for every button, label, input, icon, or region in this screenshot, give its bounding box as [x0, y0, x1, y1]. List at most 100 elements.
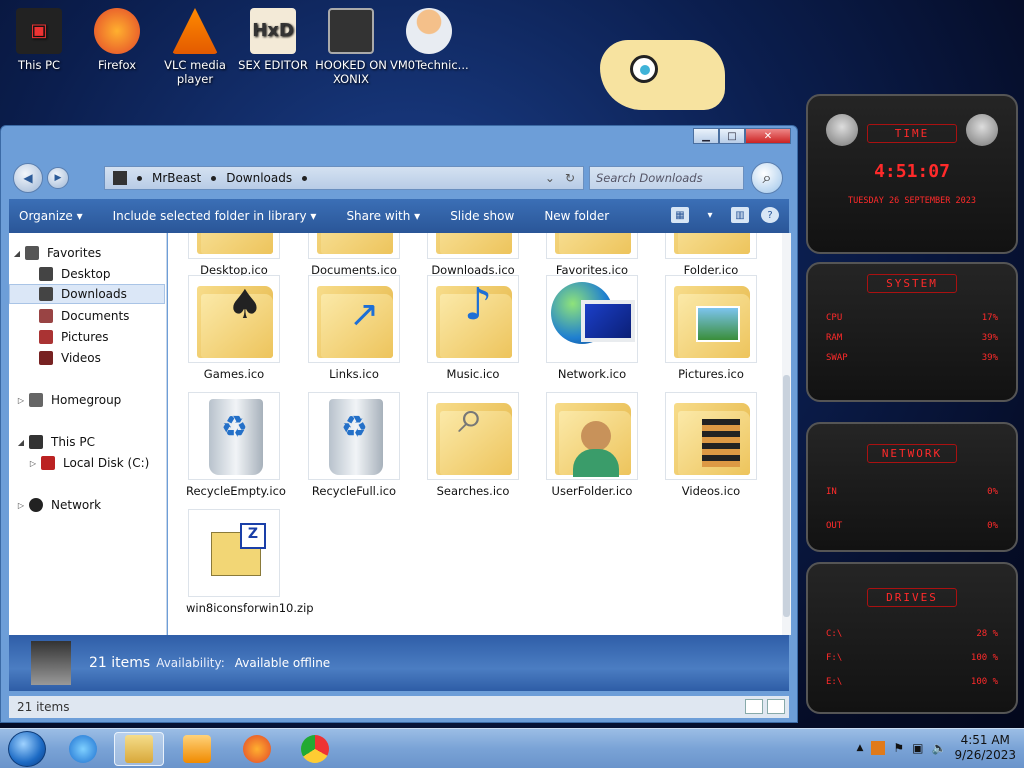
file-item[interactable]: ⌕ Searches.ico [425, 392, 521, 498]
search-icon[interactable]: ⌕ [751, 162, 783, 194]
file-item[interactable]: win8iconsforwin10.zip [186, 509, 314, 615]
forward-button[interactable]: ▶ [47, 167, 69, 189]
tray-app-icon[interactable] [871, 741, 886, 755]
star-icon [25, 246, 39, 260]
minimize-button[interactable]: ▁ [693, 128, 719, 144]
file-item[interactable]: ↗ Links.ico [306, 275, 402, 381]
desktop-icon-vlc[interactable]: VLC media player [156, 8, 234, 86]
pictures-icon [39, 330, 53, 344]
chevron-down-icon[interactable]: ▾ [701, 207, 719, 223]
firefox-icon [243, 735, 271, 763]
include-in-library-button[interactable]: Include selected folder in library ▾ [113, 209, 317, 223]
firefox-icon [94, 8, 140, 54]
volume-icon[interactable]: 🔈 [932, 741, 947, 755]
desktop-icon-label: VLC media player [164, 58, 226, 86]
file-item[interactable]: Desktop.ico [186, 233, 282, 277]
network-icon [29, 498, 43, 512]
new-folder-button[interactable]: New folder [544, 209, 609, 223]
desktop-icon-this-pc[interactable]: ▣ This PC [0, 8, 78, 72]
back-button[interactable]: ◀ [13, 163, 43, 193]
navigation-pane: ◢ Favorites Desktop Downloads Documents P… [9, 233, 167, 635]
drive-c-value: 28 % [976, 629, 998, 639]
action-center-flag-icon[interactable]: ⚑ [893, 741, 904, 755]
breadcrumb-item[interactable]: MrBeast [152, 171, 201, 185]
maximize-button[interactable]: □ [719, 128, 745, 144]
address-bar[interactable]: MrBeast Downloads ⌄ ↻ [104, 166, 584, 190]
xonix-game-icon [328, 8, 374, 54]
chevron-down-icon[interactable]: ⌄ [545, 171, 555, 185]
scrollbar-thumb[interactable] [783, 375, 790, 617]
zip-file-icon [211, 523, 266, 576]
nav-documents[interactable]: Documents [39, 306, 129, 326]
search-input[interactable]: Search Downloads [589, 166, 744, 190]
chess-piece-icon: ♠ [227, 282, 263, 328]
file-item[interactable]: ♪ Music.ico [425, 275, 521, 381]
file-list: Desktop.ico Documents.ico Downloads.ico … [168, 233, 782, 635]
file-item[interactable]: Folder.ico [663, 233, 759, 277]
details-view-icon[interactable] [745, 699, 763, 714]
show-hidden-icons-icon[interactable]: ▲ [856, 743, 863, 753]
start-button[interactable] [8, 731, 46, 767]
file-item[interactable]: Documents.ico [306, 233, 402, 277]
availability-value: Available offline [234, 656, 331, 670]
taskbar-file-explorer[interactable] [114, 732, 164, 766]
music-note-icon: ♪ [464, 279, 493, 330]
taskbar-media-player[interactable] [172, 732, 222, 766]
file-item[interactable]: UserFolder.ico [544, 392, 640, 498]
nav-pictures[interactable]: Pictures [39, 327, 109, 347]
file-item[interactable]: ♻ RecycleEmpty.ico [186, 392, 286, 498]
taskbar-chrome[interactable] [290, 732, 340, 766]
file-item[interactable]: Network.ico [544, 275, 640, 381]
file-item[interactable]: Downloads.ico [425, 233, 521, 277]
file-item[interactable]: Pictures.ico [663, 275, 759, 381]
status-bar: 21 items [9, 696, 789, 718]
nav-network[interactable]: ▷ Network [15, 495, 101, 515]
drive-e-value: 100 % [970, 677, 998, 687]
network-widget: NETWORK IN 0% OUT 0% [806, 422, 1018, 552]
link-arrow-icon: ↗ [349, 294, 380, 335]
desktop-cartoon-image [600, 40, 725, 110]
file-item[interactable]: Videos.ico [663, 392, 759, 498]
recycle-icon: ♻ [221, 410, 248, 445]
net-in-value: 0% [987, 487, 998, 497]
share-with-button[interactable]: Share with ▾ [346, 209, 420, 223]
large-icons-view-icon[interactable] [767, 699, 785, 714]
close-button[interactable]: ✕ [745, 128, 791, 144]
nav-homegroup[interactable]: ▷ Homegroup [15, 390, 121, 410]
taskbar-clock[interactable]: 4:51 AM 9/26/2023 [954, 733, 1016, 763]
nav-local-disk[interactable]: ▷ Local Disk (C:) [27, 453, 149, 473]
nav-videos[interactable]: Videos [39, 348, 101, 368]
nav-favorites[interactable]: ◢ Favorites [11, 243, 101, 263]
file-item[interactable]: ♠ Games.ico [186, 275, 282, 381]
nav-downloads[interactable]: Downloads [9, 284, 165, 304]
vertical-scrollbar[interactable] [782, 233, 791, 635]
desktop-icon-vm0technic[interactable]: VM0Technic... [390, 8, 469, 72]
media-player-icon [183, 735, 211, 763]
swap-value: 39% [981, 353, 998, 363]
nav-desktop[interactable]: Desktop [39, 264, 111, 284]
desktop-icon-label: SEX EDITOR [238, 58, 308, 72]
breadcrumb-item[interactable]: Downloads [226, 171, 292, 185]
drive-f-value: 100 % [970, 653, 998, 663]
chrome-icon [301, 735, 329, 763]
slide-show-button[interactable]: Slide show [450, 209, 514, 223]
preview-pane-icon[interactable]: ▥ [731, 207, 749, 223]
help-icon[interactable]: ? [761, 207, 779, 223]
title-bar[interactable]: ▁ □ ✕ [1, 126, 797, 148]
taskbar-internet-explorer[interactable] [58, 732, 108, 766]
network-icon[interactable]: ▣ [912, 741, 923, 755]
organize-button[interactable]: Organize ▾ [19, 209, 83, 223]
alien-head-icon [826, 114, 858, 146]
internet-explorer-icon [69, 735, 97, 763]
nav-this-pc[interactable]: ◢ This PC [15, 432, 95, 452]
desktop-icon-firefox[interactable]: Firefox [78, 8, 156, 72]
taskbar-firefox[interactable] [232, 732, 282, 766]
refresh-icon[interactable]: ↻ [565, 171, 575, 185]
command-bar: Organize ▾ Include selected folder in li… [9, 199, 789, 233]
file-item[interactable]: ♻ RecycleFull.ico [306, 392, 402, 498]
view-options-icon[interactable]: ▦ [671, 207, 689, 223]
desktop-icon-label: Firefox [97, 58, 137, 72]
desktop-icon-sex-editor[interactable]: HxD SEX EDITOR [234, 8, 312, 72]
file-item[interactable]: Favorites.ico [544, 233, 640, 277]
desktop-icon-hooked-on-xonix[interactable]: HOOKED ON XONIX [312, 8, 390, 86]
